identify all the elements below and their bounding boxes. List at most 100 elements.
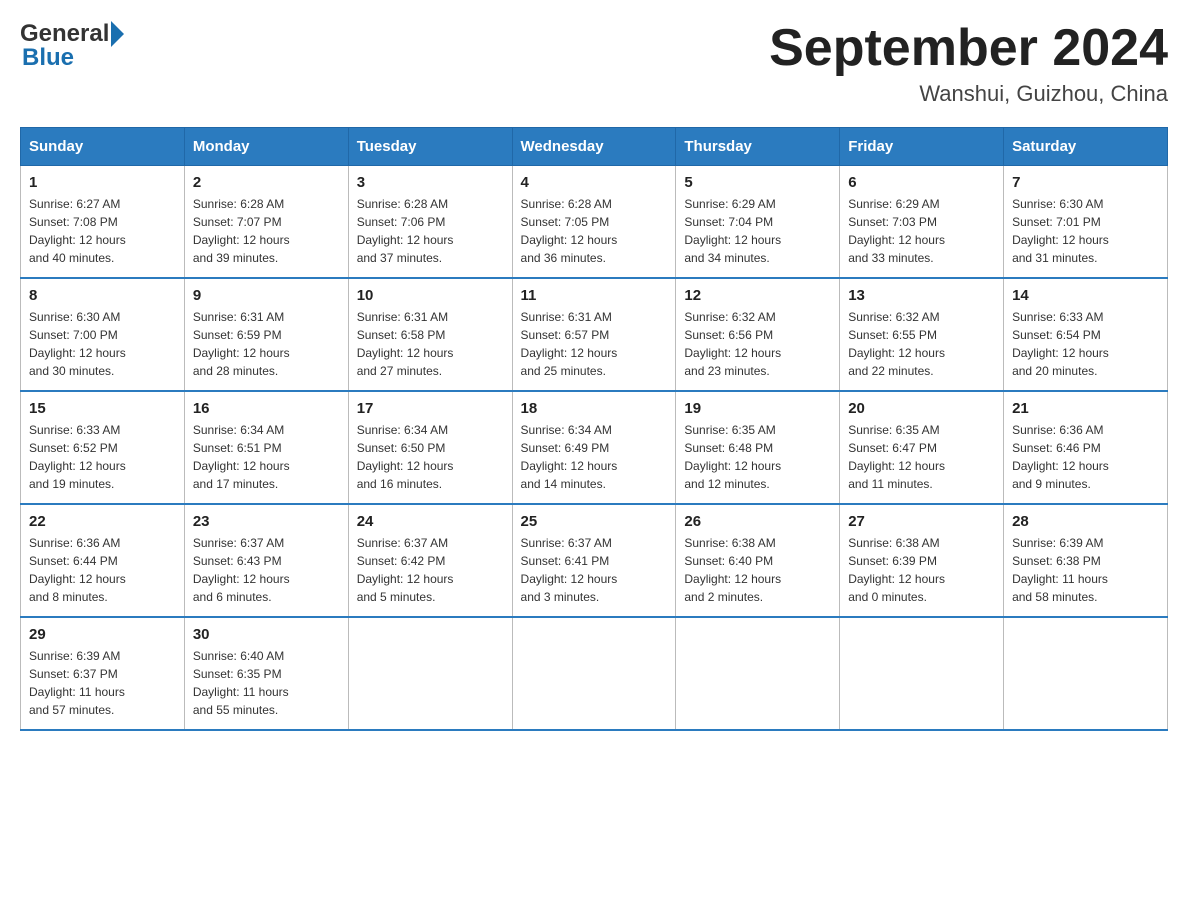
day-cell: 1Sunrise: 6:27 AMSunset: 7:08 PMDaylight…: [21, 166, 185, 279]
day-info: Sunrise: 6:31 AMSunset: 6:58 PMDaylight:…: [357, 308, 504, 380]
title-area: September 2024 Wanshui, Guizhou, China: [769, 20, 1168, 107]
calendar-table: Sunday Monday Tuesday Wednesday Thursday…: [20, 127, 1168, 731]
day-number: 18: [521, 400, 668, 417]
day-info: Sunrise: 6:27 AMSunset: 7:08 PMDaylight:…: [29, 195, 176, 267]
day-cell: 23 Sunrise: 6:37 AMSunset: 6:43 PMDayligh…: [184, 504, 348, 617]
day-info: Sunrise: 6:36 AMSunset: 6:46 PMDaylight:…: [1012, 421, 1159, 493]
header-monday: Monday: [184, 128, 348, 166]
day-cell: [676, 617, 840, 730]
day-cell: 16 Sunrise: 6:34 AMSunset: 6:51 PMDayligh…: [184, 391, 348, 504]
day-info: Sunrise: 6:30 AMSunset: 7:01 PMDaylight:…: [1012, 195, 1159, 267]
day-number: 11: [521, 287, 668, 304]
day-number: 2: [193, 174, 340, 191]
week-row-4: 22Sunrise: 6:36 AMSunset: 6:44 PMDayligh…: [21, 504, 1168, 617]
day-info: Sunrise: 6:34 AMSunset: 6:49 PMDaylight:…: [521, 421, 668, 493]
day-number: 17: [357, 400, 504, 417]
day-cell: 24 Sunrise: 6:37 AMSunset: 6:42 PMDayligh…: [348, 504, 512, 617]
day-info: Sunrise: 6:37 AMSunset: 6:41 PMDaylight:…: [521, 534, 668, 606]
day-cell: 10 Sunrise: 6:31 AMSunset: 6:58 PMDayligh…: [348, 278, 512, 391]
day-number: 23: [193, 513, 340, 530]
day-info: Sunrise: 6:39 AMSunset: 6:38 PMDaylight:…: [1012, 534, 1159, 606]
day-cell: 29 Sunrise: 6:39 AMSunset: 6:37 PMDayligh…: [21, 617, 185, 730]
month-title: September 2024: [769, 20, 1168, 77]
day-info: Sunrise: 6:31 AMSunset: 6:57 PMDaylight:…: [521, 308, 668, 380]
day-cell: 11 Sunrise: 6:31 AMSunset: 6:57 PMDayligh…: [512, 278, 676, 391]
day-cell: 8Sunrise: 6:30 AMSunset: 7:00 PMDaylight…: [21, 278, 185, 391]
day-number: 4: [521, 174, 668, 191]
day-info: Sunrise: 6:35 AMSunset: 6:47 PMDaylight:…: [848, 421, 995, 493]
day-info: Sunrise: 6:40 AMSunset: 6:35 PMDaylight:…: [193, 647, 340, 719]
day-info: Sunrise: 6:32 AMSunset: 6:55 PMDaylight:…: [848, 308, 995, 380]
day-cell: 3 Sunrise: 6:28 AMSunset: 7:06 PMDaylight…: [348, 166, 512, 279]
day-cell: 17 Sunrise: 6:34 AMSunset: 6:50 PMDayligh…: [348, 391, 512, 504]
day-cell: 9 Sunrise: 6:31 AMSunset: 6:59 PMDaylight…: [184, 278, 348, 391]
day-cell: 5Sunrise: 6:29 AMSunset: 7:04 PMDaylight…: [676, 166, 840, 279]
day-cell: 28 Sunrise: 6:39 AMSunset: 6:38 PMDayligh…: [1004, 504, 1168, 617]
day-info: Sunrise: 6:34 AMSunset: 6:51 PMDaylight:…: [193, 421, 340, 493]
day-info: Sunrise: 6:32 AMSunset: 6:56 PMDaylight:…: [684, 308, 831, 380]
day-info: Sunrise: 6:28 AMSunset: 7:06 PMDaylight:…: [357, 195, 504, 267]
day-cell: 27 Sunrise: 6:38 AMSunset: 6:39 PMDayligh…: [840, 504, 1004, 617]
day-info: Sunrise: 6:37 AMSunset: 6:42 PMDaylight:…: [357, 534, 504, 606]
day-cell: 22Sunrise: 6:36 AMSunset: 6:44 PMDayligh…: [21, 504, 185, 617]
week-row-5: 29 Sunrise: 6:39 AMSunset: 6:37 PMDayligh…: [21, 617, 1168, 730]
day-number: 7: [1012, 174, 1159, 191]
week-row-3: 15Sunrise: 6:33 AMSunset: 6:52 PMDayligh…: [21, 391, 1168, 504]
day-number: 8: [29, 287, 176, 304]
logo-blue-text: Blue: [22, 44, 124, 72]
day-number: 21: [1012, 400, 1159, 417]
day-number: 27: [848, 513, 995, 530]
week-row-2: 8Sunrise: 6:30 AMSunset: 7:00 PMDaylight…: [21, 278, 1168, 391]
day-info: Sunrise: 6:31 AMSunset: 6:59 PMDaylight:…: [193, 308, 340, 380]
day-cell: 13 Sunrise: 6:32 AMSunset: 6:55 PMDayligh…: [840, 278, 1004, 391]
day-info: Sunrise: 6:28 AMSunset: 7:05 PMDaylight:…: [521, 195, 668, 267]
day-cell: 7 Sunrise: 6:30 AMSunset: 7:01 PMDaylight…: [1004, 166, 1168, 279]
day-cell: 25 Sunrise: 6:37 AMSunset: 6:41 PMDayligh…: [512, 504, 676, 617]
header-friday: Friday: [840, 128, 1004, 166]
day-number: 24: [357, 513, 504, 530]
day-info: Sunrise: 6:34 AMSunset: 6:50 PMDaylight:…: [357, 421, 504, 493]
day-number: 3: [357, 174, 504, 191]
day-number: 20: [848, 400, 995, 417]
weekday-header-row: Sunday Monday Tuesday Wednesday Thursday…: [21, 128, 1168, 166]
day-info: Sunrise: 6:37 AMSunset: 6:43 PMDaylight:…: [193, 534, 340, 606]
day-number: 5: [684, 174, 831, 191]
day-cell: 15Sunrise: 6:33 AMSunset: 6:52 PMDayligh…: [21, 391, 185, 504]
day-number: 25: [521, 513, 668, 530]
day-info: Sunrise: 6:33 AMSunset: 6:54 PMDaylight:…: [1012, 308, 1159, 380]
day-cell: 2Sunrise: 6:28 AMSunset: 7:07 PMDaylight…: [184, 166, 348, 279]
page-header: General Blue September 2024 Wanshui, Gui…: [20, 20, 1168, 107]
day-number: 10: [357, 287, 504, 304]
day-number: 9: [193, 287, 340, 304]
day-cell: [512, 617, 676, 730]
day-info: Sunrise: 6:39 AMSunset: 6:37 PMDaylight:…: [29, 647, 176, 719]
week-row-1: 1Sunrise: 6:27 AMSunset: 7:08 PMDaylight…: [21, 166, 1168, 279]
day-info: Sunrise: 6:29 AMSunset: 7:03 PMDaylight:…: [848, 195, 995, 267]
day-number: 29: [29, 626, 176, 643]
day-cell: 12Sunrise: 6:32 AMSunset: 6:56 PMDayligh…: [676, 278, 840, 391]
day-number: 22: [29, 513, 176, 530]
day-cell: 30Sunrise: 6:40 AMSunset: 6:35 PMDayligh…: [184, 617, 348, 730]
header-saturday: Saturday: [1004, 128, 1168, 166]
day-info: Sunrise: 6:35 AMSunset: 6:48 PMDaylight:…: [684, 421, 831, 493]
day-number: 26: [684, 513, 831, 530]
day-number: 13: [848, 287, 995, 304]
day-number: 16: [193, 400, 340, 417]
header-tuesday: Tuesday: [348, 128, 512, 166]
header-thursday: Thursday: [676, 128, 840, 166]
day-cell: 20 Sunrise: 6:35 AMSunset: 6:47 PMDayligh…: [840, 391, 1004, 504]
day-cell: [1004, 617, 1168, 730]
header-wednesday: Wednesday: [512, 128, 676, 166]
day-info: Sunrise: 6:38 AMSunset: 6:39 PMDaylight:…: [848, 534, 995, 606]
day-info: Sunrise: 6:38 AMSunset: 6:40 PMDaylight:…: [684, 534, 831, 606]
day-cell: 6Sunrise: 6:29 AMSunset: 7:03 PMDaylight…: [840, 166, 1004, 279]
day-cell: 18 Sunrise: 6:34 AMSunset: 6:49 PMDayligh…: [512, 391, 676, 504]
day-cell: 4 Sunrise: 6:28 AMSunset: 7:05 PMDaylight…: [512, 166, 676, 279]
day-info: Sunrise: 6:33 AMSunset: 6:52 PMDaylight:…: [29, 421, 176, 493]
day-number: 28: [1012, 513, 1159, 530]
logo: General Blue: [20, 20, 124, 72]
day-cell: 19 Sunrise: 6:35 AMSunset: 6:48 PMDayligh…: [676, 391, 840, 504]
day-cell: 14Sunrise: 6:33 AMSunset: 6:54 PMDayligh…: [1004, 278, 1168, 391]
day-number: 19: [684, 400, 831, 417]
day-cell: [840, 617, 1004, 730]
